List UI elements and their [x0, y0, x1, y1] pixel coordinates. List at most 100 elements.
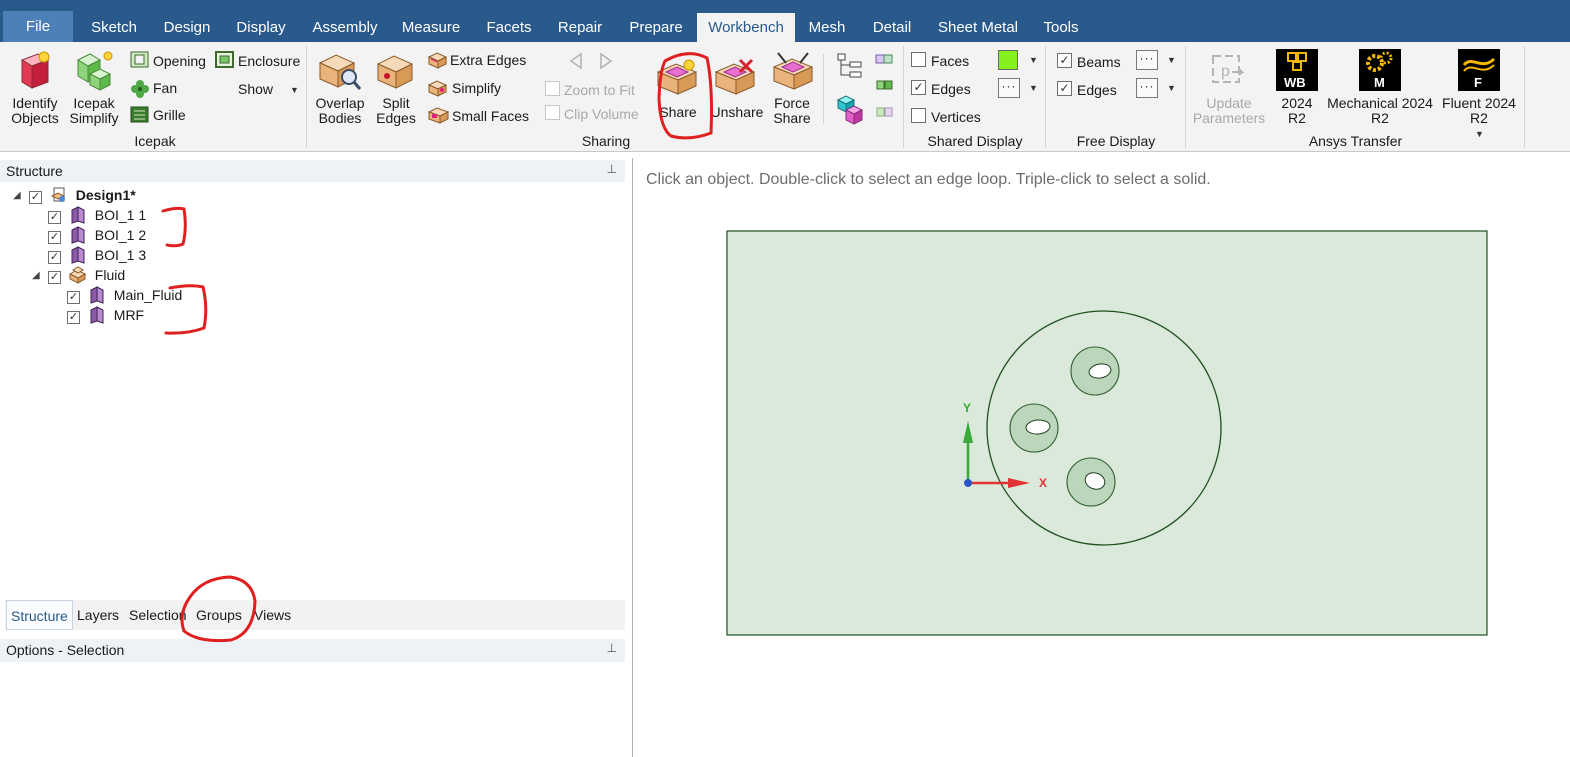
zoom-to-fit-check[interactable] [545, 81, 560, 96]
options-panel-header: Options - Selection ⊥ [0, 639, 625, 662]
tab-prepare[interactable]: Prepare [620, 13, 692, 42]
tree-item-design1[interactable]: ✓ Design1* [29, 185, 136, 205]
group-label-free-display: Free Display [1076, 133, 1156, 149]
update-parameters-label: Update Parameters [1192, 95, 1266, 126]
solid-body-icon [71, 246, 85, 264]
identify-objects-label: Identify Objects [11, 95, 59, 126]
identify-objects-icon [20, 51, 50, 89]
show-label: Show [238, 81, 274, 97]
collapse-icon[interactable]: ◢ [13, 190, 21, 201]
fluent-logo-text: F [1474, 75, 1482, 90]
pin-icon[interactable]: ⊥ [607, 162, 617, 176]
tree-item-boi-1-3[interactable]: ✓ BOI_1 3 [48, 245, 146, 265]
component-icon [68, 266, 86, 284]
visibility-checkbox[interactable]: ✓ [29, 191, 42, 204]
axis-x-label: X [1039, 476, 1047, 490]
tab-views[interactable]: Views [254, 607, 291, 623]
simplify-label: Simplify [452, 80, 502, 96]
tab-facets[interactable]: Facets [478, 13, 540, 42]
options-panel-title: Options - Selection [6, 642, 125, 658]
tree-item-label: Main_Fluid [113, 287, 183, 303]
tree-item-label: Design1* [75, 187, 136, 203]
enclosure-icon [215, 51, 234, 68]
pin-icon[interactable]: ⊥ [607, 641, 617, 655]
free-beams-label: Beams [1077, 54, 1121, 70]
tab-design[interactable]: Design [154, 13, 220, 42]
tab-workbench[interactable]: Workbench [697, 13, 795, 42]
tree-item-main-fluid[interactable]: ✓ Main_Fluid [67, 285, 182, 305]
visibility-checkbox[interactable]: ✓ [67, 311, 80, 324]
faded-bodies-icon[interactable] [874, 104, 896, 122]
group-separator [306, 46, 307, 148]
tab-file[interactable]: File [3, 11, 73, 42]
group-separator [823, 54, 824, 124]
workbench-logo-icon: WB [1276, 49, 1318, 91]
shared-faces-check[interactable] [911, 52, 926, 67]
extra-edges-icon [428, 52, 448, 69]
tree-item-mrf[interactable]: ✓ MRF [67, 305, 144, 325]
shared-edge-style-button[interactable]: ··· [998, 78, 1020, 98]
tab-layers[interactable]: Layers [77, 607, 119, 623]
visibility-checkbox[interactable]: ✓ [48, 251, 61, 264]
tab-structure[interactable]: Structure [6, 600, 73, 630]
icepak-simplify-icon [76, 51, 113, 91]
tree-item-boi-1-2[interactable]: ✓ BOI_1 2 [48, 225, 146, 245]
design-icon [50, 187, 66, 202]
tab-groups[interactable]: Groups [196, 607, 242, 623]
tab-tools[interactable]: Tools [1034, 13, 1088, 42]
group-separator [1524, 46, 1525, 148]
tab-measure[interactable]: Measure [393, 13, 469, 42]
tree-item-boi-1-1[interactable]: ✓ BOI_1 1 [48, 205, 146, 225]
visibility-checkbox[interactable]: ✓ [48, 231, 61, 244]
colored-bodies-icon[interactable] [836, 92, 864, 126]
chevron-down-icon[interactable]: ▼ [1167, 83, 1176, 93]
structure-panel-header: Structure ⊥ [0, 160, 625, 182]
free-edges-style-button[interactable]: ··· [1136, 78, 1158, 98]
chevron-down-icon[interactable]: ▼ [1167, 55, 1176, 65]
free-edges-check[interactable]: ✓ [1057, 81, 1072, 96]
tab-detail[interactable]: Detail [862, 13, 922, 42]
shared-faces-icon[interactable] [874, 51, 896, 69]
collapse-icon[interactable]: ◢ [32, 270, 40, 281]
unshare-label: Unshare [710, 104, 764, 120]
tree-item-fluid[interactable]: ✓ Fluid [48, 265, 125, 285]
shared-faces-label: Faces [931, 53, 970, 69]
visibility-checkbox[interactable]: ✓ [67, 291, 80, 304]
tab-assembly[interactable]: Assembly [303, 13, 387, 42]
next-arrow-icon[interactable] [598, 52, 614, 70]
shared-edges-check[interactable]: ✓ [911, 80, 926, 95]
chevron-down-icon[interactable]: ▼ [1029, 83, 1038, 93]
shared-color-swatch[interactable] [998, 50, 1018, 70]
tab-display[interactable]: Display [228, 13, 294, 42]
visibility-checkbox[interactable]: ✓ [48, 271, 61, 284]
structure-panel-title: Structure [6, 163, 63, 179]
model-canvas[interactable]: Y X [633, 158, 1570, 757]
shared-vertices-check[interactable] [911, 108, 926, 123]
green-bodies-icon[interactable] [874, 77, 896, 95]
free-beams-style-button[interactable]: ··· [1136, 50, 1158, 70]
graphics-viewport[interactable]: Click an object. Double-click to select … [633, 158, 1570, 757]
icepak-simplify-label: Icepak Simplify [69, 95, 119, 126]
visibility-checkbox[interactable]: ✓ [48, 211, 61, 224]
free-beams-check[interactable]: ✓ [1057, 53, 1072, 68]
tab-sketch[interactable]: Sketch [80, 13, 148, 42]
share-icon [656, 59, 698, 95]
tab-mesh[interactable]: Mesh [800, 13, 854, 42]
tab-sheet-metal[interactable]: Sheet Metal [931, 13, 1025, 42]
overlap-bodies-label: Overlap Bodies [315, 95, 365, 126]
chevron-down-icon: ▼ [290, 85, 299, 95]
simplify-icon [428, 80, 448, 97]
split-edges-icon [376, 55, 414, 89]
update-parameters-icon: p [1212, 55, 1245, 83]
chevron-down-icon[interactable]: ▼ [1029, 55, 1038, 65]
clip-volume-check[interactable] [545, 105, 560, 120]
tree-structure-icon[interactable] [836, 52, 864, 82]
previous-arrow-icon[interactable] [568, 52, 584, 70]
small-faces-icon [428, 107, 450, 124]
opening-label: Opening [153, 53, 206, 69]
tab-selection[interactable]: Selection [129, 607, 187, 623]
group-label-ansys-transfer: Ansys Transfer [1308, 133, 1403, 149]
tab-repair[interactable]: Repair [549, 13, 611, 42]
force-share-icon [772, 52, 814, 90]
panel-tab-bar: Structure Layers Selection Groups Views [5, 600, 625, 630]
